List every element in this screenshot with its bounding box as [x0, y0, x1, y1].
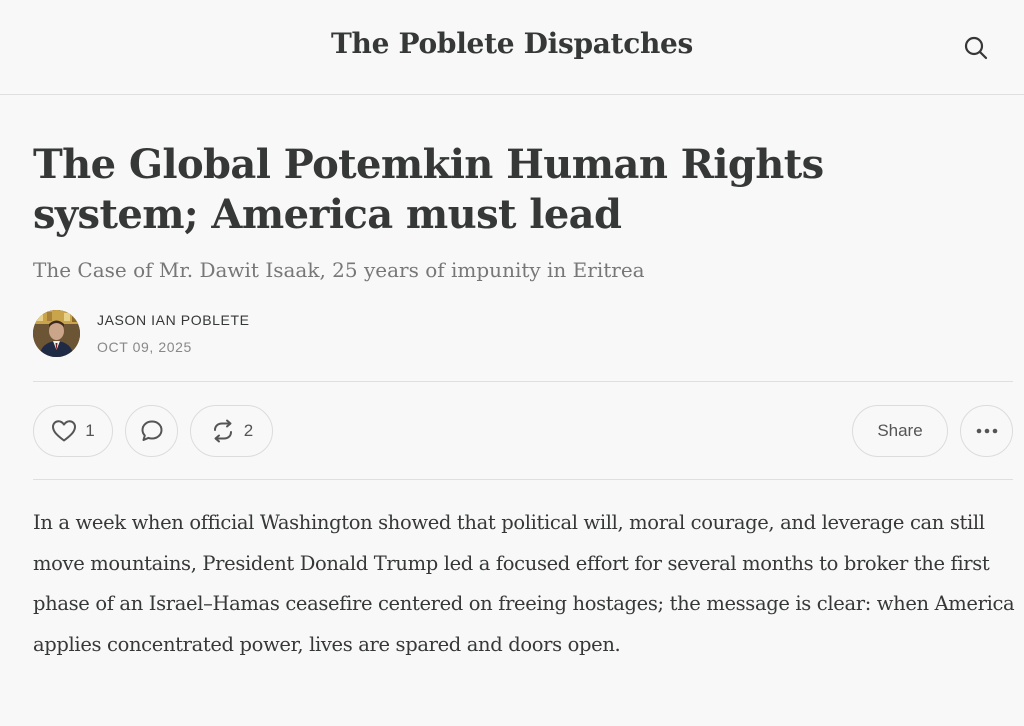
author-photo — [33, 310, 80, 357]
divider — [33, 479, 1013, 480]
more-options-button[interactable] — [960, 405, 1013, 457]
restack-count: 2 — [243, 421, 254, 440]
post-subtitle: The Case of Mr. Dawit Isaak, 25 years of… — [33, 258, 645, 282]
comment-bubble-icon — [141, 420, 162, 441]
share-button[interactable]: Share — [852, 405, 948, 457]
author-name[interactable]: JASON IAN POBLETE — [97, 312, 250, 328]
publication-name[interactable]: The Poblete Dispatches — [0, 27, 1024, 60]
like-count: 1 — [85, 421, 95, 440]
more-dots-icon — [976, 428, 997, 434]
top-bar: The Poblete Dispatches — [0, 0, 1024, 95]
search-icon — [964, 36, 988, 60]
like-button[interactable]: 1 — [33, 405, 113, 457]
comment-button[interactable] — [125, 405, 178, 457]
heart-icon — [52, 420, 77, 442]
divider — [33, 381, 1013, 382]
share-label: Share — [877, 421, 923, 440]
restack-button[interactable]: 2 — [190, 405, 273, 457]
body-paragraph: In a week when official Washington showe… — [33, 511, 1015, 656]
search-button[interactable] — [960, 32, 992, 64]
restack-icon — [213, 419, 232, 443]
author-avatar[interactable] — [33, 310, 80, 357]
post-date: OCT 09, 2025 — [97, 339, 192, 355]
post-title: The Global Potemkin Human Rights system;… — [33, 141, 824, 238]
